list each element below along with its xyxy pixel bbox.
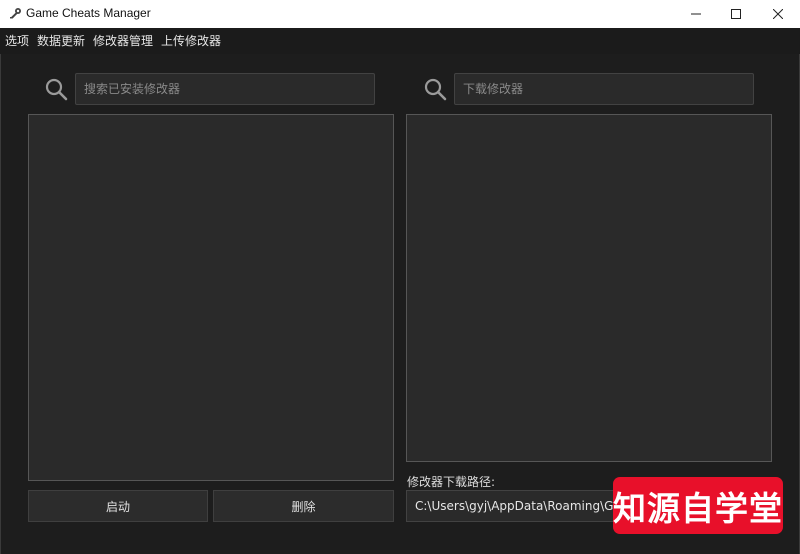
- delete-button[interactable]: 删除: [213, 490, 394, 522]
- menu-upload-trainer[interactable]: 上传修改器: [160, 28, 225, 54]
- installed-search-input[interactable]: 搜索已安装修改器: [75, 73, 375, 105]
- key-icon: [10, 8, 21, 19]
- menu-trainer-management[interactable]: 修改器管理: [92, 28, 157, 54]
- search-icon: [424, 78, 447, 101]
- installed-trainers-list[interactable]: [28, 114, 394, 481]
- download-trainers-list[interactable]: [406, 114, 772, 462]
- launch-button[interactable]: 启动: [28, 490, 208, 522]
- menu-data-update[interactable]: 数据更新: [36, 28, 89, 54]
- download-search-input[interactable]: 下载修改器: [454, 73, 754, 105]
- maximize-button[interactable]: [716, 0, 756, 28]
- window-title: Game Cheats Manager: [26, 6, 151, 20]
- minimize-button[interactable]: [676, 0, 716, 28]
- title-bar: Game Cheats Manager: [0, 0, 800, 28]
- search-icon: [45, 78, 68, 101]
- maximize-icon: [731, 9, 741, 19]
- close-icon: [773, 9, 783, 19]
- download-path-label: 修改器下载路径:: [407, 475, 496, 489]
- watermark-badge: 知源自学堂: [613, 477, 783, 534]
- close-button[interactable]: [758, 0, 798, 28]
- menu-options[interactable]: 选项: [4, 28, 33, 54]
- minimize-icon: [691, 13, 701, 15]
- window-border-left: [0, 54, 1, 554]
- menu-bar: 选项 数据更新 修改器管理 上传修改器: [0, 28, 800, 54]
